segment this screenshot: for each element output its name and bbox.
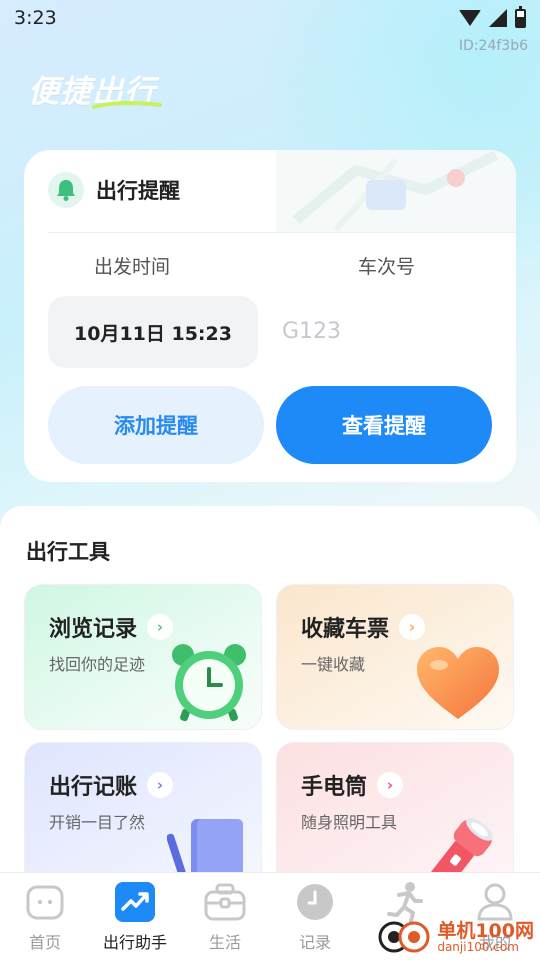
tool-title-text: 收藏车票	[301, 617, 390, 642]
trend-icon	[114, 881, 156, 923]
view-reminder-button[interactable]: 查看提醒	[276, 386, 492, 464]
tool-travel-expenses[interactable]: 出行记账 › 开销一目了然	[24, 742, 262, 888]
train-number-input[interactable]	[274, 308, 494, 354]
alarm-clock-icon	[172, 644, 246, 722]
tool-title: 手电筒 ›	[301, 769, 404, 801]
tool-flashlight[interactable]: 手电筒 › 随身照明工具	[276, 742, 514, 888]
user-icon	[474, 881, 516, 923]
nav-item-home[interactable]: 首页	[0, 873, 90, 960]
add-reminder-button[interactable]: 添加提醒	[48, 386, 264, 464]
train-label: 车次号	[358, 256, 416, 278]
tool-favorite-tickets[interactable]: 收藏车票 › 一键收藏	[276, 584, 514, 730]
depart-label: 出发时间	[94, 256, 171, 278]
chevron-right-icon: ›	[147, 614, 174, 640]
chevron-right-icon: ›	[377, 772, 404, 798]
tool-title: 收藏车票 ›	[301, 611, 426, 643]
watermark-url: danji100.com	[437, 939, 519, 954]
watermark-logo-icon	[378, 921, 430, 953]
nav-label: 生活	[208, 933, 241, 952]
brand-underline-icon	[92, 100, 162, 109]
watermark-name: 单机100网	[437, 919, 534, 942]
nav-label: 出行助手	[102, 933, 167, 952]
id-label: ID:24f3b6	[458, 38, 528, 54]
tool-subtitle: 开销一目了然	[49, 813, 146, 832]
nav-item-travel-assistant[interactable]: 出行助手	[90, 873, 180, 960]
map-decoration-icon	[276, 150, 516, 232]
depart-time-picker[interactable]: 10月11日 15:23	[48, 296, 258, 368]
tool-title-text: 出行记账	[49, 775, 138, 800]
runner-icon	[384, 881, 426, 923]
watermark-text: 单机100网 danji100.com	[437, 919, 534, 954]
wifi-icon	[459, 10, 481, 26]
nav-label: 首页	[28, 933, 61, 952]
tool-title: 浏览记录 ›	[49, 611, 174, 643]
tool-browse-history[interactable]: 浏览记录 › 找回你的足迹	[24, 584, 262, 730]
nav-label: 记录	[298, 933, 331, 952]
watermark: 单机100网 danji100.com	[377, 920, 534, 954]
chevron-right-icon: ›	[399, 614, 426, 640]
home-icon	[24, 881, 66, 923]
reminder-header: 出行提醒	[48, 172, 180, 208]
status-time: 3:23	[14, 7, 57, 29]
clock-icon	[294, 881, 336, 923]
briefcase-icon	[204, 881, 246, 923]
tool-title-text: 手电筒	[301, 775, 368, 800]
nav-item-life[interactable]: 生活	[180, 873, 270, 960]
tools-title: 出行工具	[26, 540, 110, 564]
reminder-card: 出行提醒 出发时间 车次号 10月11日 15:23 添加提醒 查看提醒	[24, 150, 516, 482]
status-bar: 3:23	[0, 0, 540, 36]
status-icons	[459, 5, 526, 28]
bell-icon	[48, 172, 84, 208]
tool-subtitle: 随身照明工具	[301, 813, 398, 832]
divider	[48, 232, 516, 233]
tool-title: 出行记账 ›	[49, 769, 174, 801]
nav-item-records[interactable]: 记录	[270, 873, 360, 960]
heart-icon	[417, 647, 499, 719]
tool-subtitle: 一键收藏	[301, 655, 366, 674]
reminder-title: 出行提醒	[96, 179, 180, 203]
tool-title-text: 浏览记录	[49, 617, 138, 642]
battery-icon	[515, 5, 526, 28]
tool-subtitle: 找回你的足迹	[49, 655, 146, 674]
signal-icon	[489, 9, 507, 27]
chevron-right-icon: ›	[147, 772, 174, 798]
